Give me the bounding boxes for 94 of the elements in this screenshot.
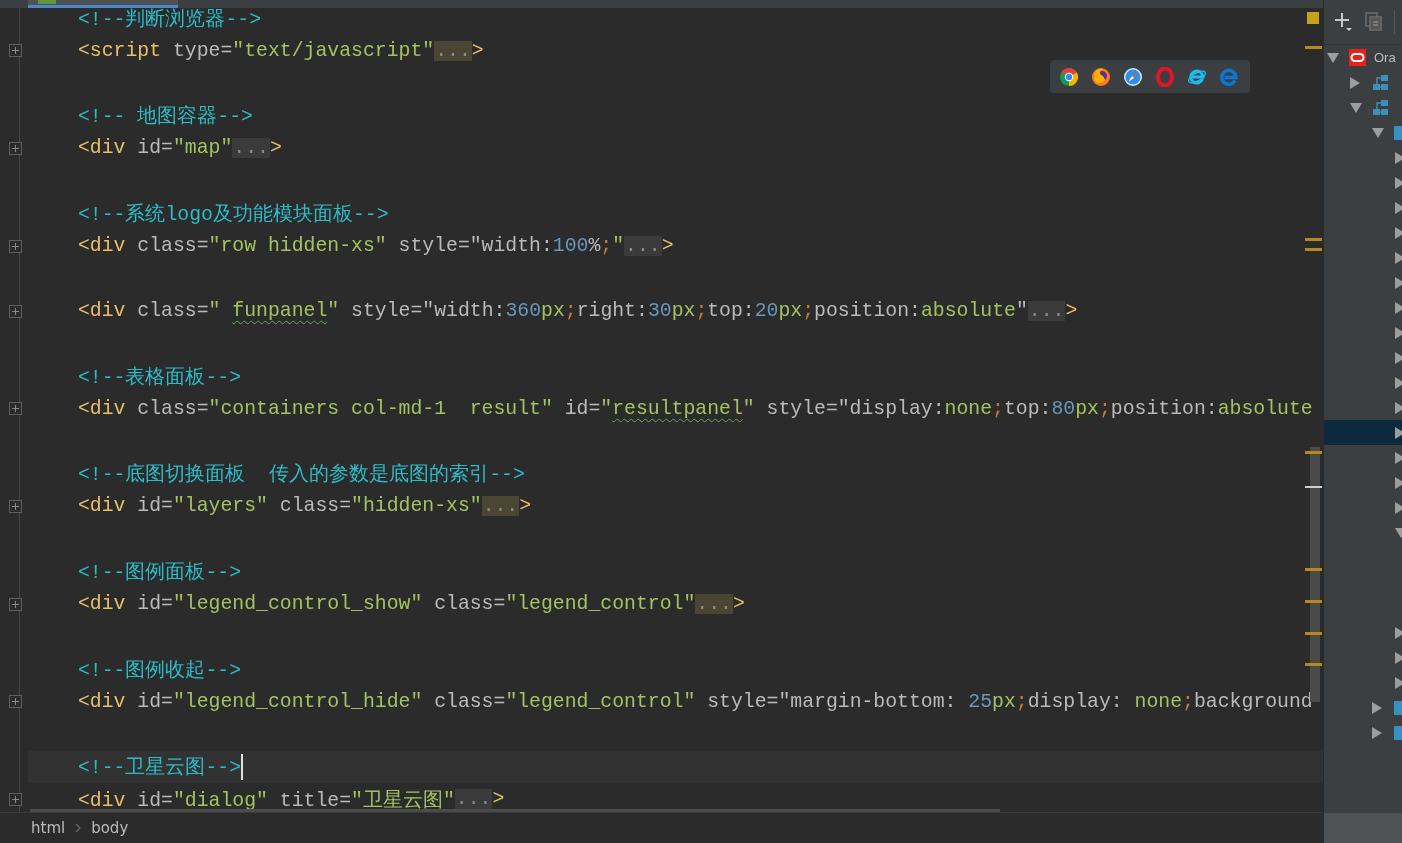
expand-fold-icon[interactable]	[8, 402, 22, 416]
caret-right-icon[interactable]	[1394, 451, 1402, 464]
expand-fold-icon[interactable]	[8, 695, 22, 709]
tree-node-label[interactable]: Ora	[1374, 50, 1396, 65]
caret-right-icon[interactable]	[1394, 326, 1402, 339]
expand-fold-icon[interactable]	[8, 141, 22, 155]
code-text: <div class=" funpanel" style="width:360px;right:30px;top:20px;position:absolute"	[78, 300, 1028, 323]
editor-tab[interactable]	[28, 0, 178, 8]
code-text: <div id="legend_control_show" class="legend_control"	[78, 593, 696, 616]
add-icon[interactable]	[1334, 11, 1354, 33]
caret-right-icon[interactable]	[1372, 726, 1384, 739]
caret-right-icon[interactable]	[1394, 201, 1402, 214]
warning-marker[interactable]	[1305, 568, 1322, 571]
expand-fold-icon[interactable]	[8, 499, 22, 513]
caret-right-icon[interactable]	[1394, 651, 1402, 664]
copy-icon[interactable]	[1365, 12, 1383, 32]
caret-down-icon[interactable]	[1372, 127, 1384, 138]
warning-marker[interactable]	[1305, 46, 1322, 49]
caret-down-icon[interactable]	[1349, 102, 1362, 113]
code-text: <script type="text/javascript"	[78, 39, 435, 62]
code-comment: <!--底图切换面板 传入的参数是底图的索引-->	[78, 462, 525, 488]
code-text: >	[471, 39, 484, 62]
file-icon	[38, 0, 56, 4]
caret-right-icon[interactable]	[1394, 151, 1402, 164]
code-text: <div id="map"	[78, 137, 233, 160]
expand-fold-icon[interactable]	[8, 304, 22, 318]
code-comment: <!--系统logo及功能模块面板-->	[78, 202, 389, 228]
caret-right-icon[interactable]	[1394, 676, 1402, 689]
oracle-icon	[1349, 49, 1366, 66]
caret-down-icon[interactable]	[1394, 527, 1402, 538]
browser-icon[interactable]	[1059, 66, 1079, 87]
caret-down-icon[interactable]	[1327, 52, 1339, 63]
folded-code-button[interactable]: ...	[624, 236, 662, 257]
horizontal-scrollbar[interactable]	[1324, 813, 1402, 843]
expand-fold-icon[interactable]	[8, 239, 22, 253]
code-text: >	[519, 495, 532, 518]
code-text: >	[492, 788, 505, 811]
code-text: >	[1065, 300, 1078, 323]
caret-right-icon[interactable]	[1394, 401, 1402, 414]
caret-right-icon[interactable]	[1394, 176, 1402, 189]
chevron-right-icon	[75, 823, 82, 833]
code-text: >	[732, 593, 745, 616]
code-comment: <!--图例收起-->	[78, 658, 242, 683]
caret-right-icon[interactable]	[1394, 301, 1402, 314]
code-comment: <!--图例面板-->	[78, 560, 242, 586]
caret-right-icon[interactable]	[1394, 251, 1402, 264]
code-comment: <!--卫星云图-->	[78, 756, 242, 781]
caret-right-icon[interactable]	[1394, 426, 1402, 439]
expand-fold-icon[interactable]	[8, 44, 22, 58]
folded-code-button[interactable]: ...	[1027, 301, 1066, 322]
browser-icon[interactable]	[1123, 66, 1143, 87]
folded-code-button[interactable]: ...	[481, 496, 520, 517]
code-text: <div id="layers" class="hidden-xs"	[78, 495, 482, 518]
caret-right-icon[interactable]	[1394, 376, 1402, 389]
selected-tree-row[interactable]	[1324, 420, 1402, 445]
caret-right-icon[interactable]	[1394, 226, 1402, 239]
folded-code-button[interactable]: ...	[454, 789, 493, 810]
expand-fold-icon[interactable]	[8, 597, 22, 611]
caret-marker	[1305, 486, 1322, 488]
caret-right-icon[interactable]	[1394, 351, 1402, 364]
schema-icon	[1371, 99, 1389, 116]
code-comment: <!--表格面板-->	[78, 365, 242, 390]
caret-right-icon[interactable]	[1394, 476, 1402, 489]
caret-right-icon[interactable]	[1349, 76, 1362, 89]
caret-right-icon[interactable]	[1394, 626, 1402, 639]
text-cursor	[241, 753, 244, 780]
code-text: >	[269, 137, 282, 160]
browser-icon[interactable]	[1091, 66, 1111, 87]
breadcrumb-item[interactable]: body	[91, 819, 129, 837]
schema-icon	[1371, 74, 1389, 91]
caret-right-icon[interactable]	[1372, 701, 1384, 714]
vertical-scrollbar[interactable]	[1310, 447, 1320, 702]
browser-icon[interactable]	[1187, 66, 1207, 87]
code-text: <div class="containers col-md-1 result" id="resultpanel" style="display:none;top:80px;position:absolute	[78, 397, 1313, 420]
folded-code-button[interactable]: ...	[434, 40, 472, 61]
breadcrumb-item[interactable]: html	[31, 819, 66, 837]
code-text: <div id="dialog" title="卫星云图"	[78, 788, 455, 812]
warning-marker[interactable]	[1305, 663, 1322, 666]
warning-marker[interactable]	[1305, 600, 1322, 603]
warning-marker[interactable]	[1305, 632, 1322, 635]
folded-code-button[interactable]: ...	[232, 138, 270, 159]
warning-marker[interactable]	[1305, 451, 1322, 454]
caret-right-icon[interactable]	[1394, 501, 1402, 514]
code-text: >	[661, 235, 674, 258]
warning-marker[interactable]	[1305, 238, 1322, 241]
code-comment: <!-- 地图容器-->	[78, 104, 253, 130]
caret-right-icon[interactable]	[1394, 276, 1402, 289]
code-text: <div class="row hidden-xs" style="width:100%;"	[78, 235, 625, 258]
folded-code-button[interactable]: ...	[695, 594, 733, 615]
warning-marker[interactable]	[1305, 248, 1322, 251]
code-comment: <!--判断浏览器-->	[78, 8, 262, 32]
expand-fold-icon[interactable]	[8, 792, 22, 806]
code-text: <div id="legend_control_hide" class="legend_control" style="margin-bottom: 25px;display: none;background	[78, 690, 1313, 713]
horizontal-scrollbar[interactable]	[30, 809, 1000, 812]
